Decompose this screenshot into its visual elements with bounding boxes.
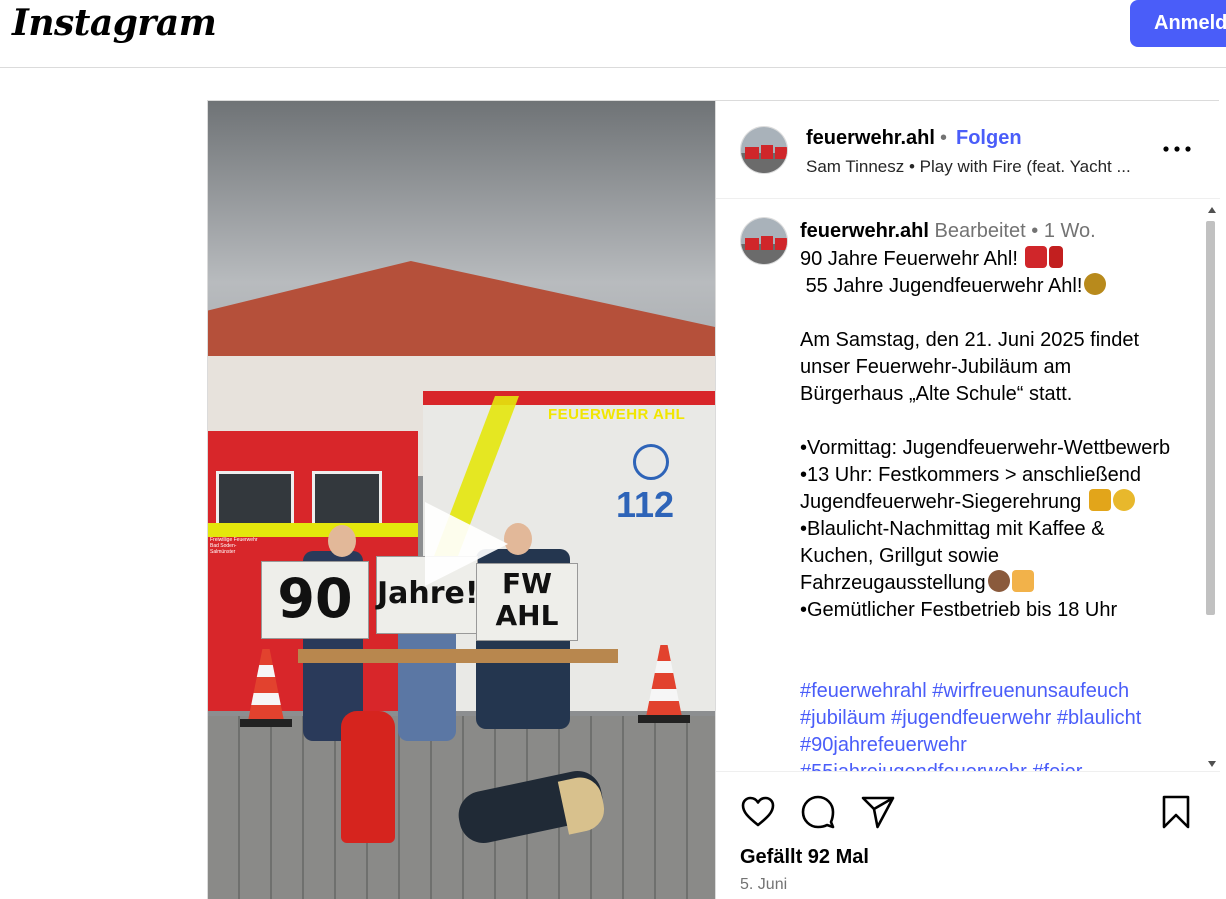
share-icon[interactable] bbox=[860, 794, 896, 830]
fire-truck-emoji bbox=[1025, 246, 1048, 268]
scroll-up-icon[interactable] bbox=[1208, 207, 1216, 213]
cake-emoji bbox=[1011, 570, 1034, 592]
header-username[interactable]: feuerwehr.ahl bbox=[806, 127, 935, 150]
caption-line-6: •Vormittag: Jugendfeuerwehr-Wettbewerb bbox=[800, 437, 1171, 459]
sign-90: 90 bbox=[261, 561, 369, 639]
scroll-down-icon[interactable] bbox=[1208, 761, 1216, 767]
post: Freiwillige Feuerwehr Bad Soden-Salmünst… bbox=[207, 100, 1220, 899]
heart-icon[interactable] bbox=[740, 794, 776, 830]
comment-icon[interactable] bbox=[800, 794, 836, 830]
bench bbox=[298, 649, 618, 663]
caption-line-1: 90 Jahre Feuerwehr Ahl! bbox=[800, 248, 1024, 270]
caption-line-8: •Blaulicht-Nachmittag mit Kaffee & Kuche… bbox=[800, 518, 1111, 594]
caption-avatar-image bbox=[741, 218, 787, 264]
caption-avatar[interactable] bbox=[740, 217, 788, 265]
instagram-logo[interactable]: Instagram bbox=[12, 2, 217, 44]
cone-left-base bbox=[240, 719, 292, 727]
truck-door-text: Freiwillige Feuerwehr Bad Soden-Salmünst… bbox=[210, 537, 258, 555]
coffee-emoji bbox=[987, 570, 1010, 592]
person-middle bbox=[398, 621, 456, 741]
login-button[interactable]: Anmeld bbox=[1130, 0, 1226, 47]
post-header: feuerwehr.ahl • Folgen Sam Tinnesz • Pla… bbox=[716, 101, 1220, 199]
phone-emblem bbox=[633, 444, 669, 480]
caption-time[interactable]: 1 Wo. bbox=[1044, 220, 1096, 242]
post-side-panel: feuerwehr.ahl • Folgen Sam Tinnesz • Pla… bbox=[715, 101, 1220, 899]
header-separator: • bbox=[940, 127, 948, 149]
bookmark-icon[interactable] bbox=[1158, 794, 1194, 830]
play-icon[interactable] bbox=[420, 499, 510, 589]
caption-text: 90 Jahre Feuerwehr Ahl! 55 Jahre Jugendf… bbox=[800, 246, 1180, 624]
post-video[interactable]: Freiwillige Feuerwehr Bad Soden-Salmünst… bbox=[208, 101, 715, 899]
fire-extinguisher bbox=[341, 711, 395, 843]
caption-line-9: •Gemütlicher Festbetrieb bis 18 Uhr bbox=[800, 599, 1118, 621]
caption-edited: Bearbeitet bbox=[934, 220, 1026, 242]
audio-track[interactable]: Sam Tinnesz • Play with Fire (feat. Yach… bbox=[806, 157, 1131, 177]
caption-scrollbar[interactable] bbox=[1206, 207, 1220, 767]
more-icon[interactable] bbox=[1160, 139, 1194, 159]
truck-number: 112 bbox=[616, 484, 675, 525]
post-date[interactable]: 5. Juni bbox=[740, 876, 787, 894]
caption-line-4: Am Samstag, den 21. Juni 2025 findet uns… bbox=[800, 329, 1145, 405]
caption-username[interactable]: feuerwehr.ahl bbox=[800, 220, 929, 242]
trophy-emoji bbox=[1088, 489, 1111, 511]
follow-button[interactable]: Folgen bbox=[956, 127, 1022, 150]
top-bar: Instagram Anmeld bbox=[0, 0, 1226, 68]
medal-emoji bbox=[1112, 489, 1135, 511]
caption-line-2: 55 Jahre Jugendfeuerwehr Ahl! bbox=[800, 275, 1083, 297]
extinguisher-emoji bbox=[1049, 246, 1064, 268]
sign-ahl: AHL bbox=[495, 599, 559, 632]
helmet-emoji bbox=[1084, 273, 1107, 295]
scrollbar-thumb[interactable] bbox=[1206, 221, 1215, 615]
avatar[interactable] bbox=[740, 126, 788, 174]
caption-separator: • bbox=[1031, 220, 1039, 242]
post-actions: Gefällt 92 Mal 5. Juni bbox=[716, 771, 1220, 899]
caption-area: feuerwehr.ahl Bearbeitet • 1 Wo. 90 Jahr… bbox=[716, 200, 1220, 771]
cone-right-base bbox=[638, 715, 690, 723]
person-left-head bbox=[328, 525, 356, 557]
avatar-image bbox=[741, 127, 787, 173]
caption-header: feuerwehr.ahl Bearbeitet • 1 Wo. bbox=[800, 220, 1096, 243]
caption-hashtags[interactable]: #feuerwehrahl #wirfreuenunsaufeuch #jubi… bbox=[800, 678, 1190, 771]
likes-count[interactable]: Gefällt 92 Mal bbox=[740, 846, 869, 869]
truck-label: FEUERWEHR AHL bbox=[548, 406, 686, 423]
